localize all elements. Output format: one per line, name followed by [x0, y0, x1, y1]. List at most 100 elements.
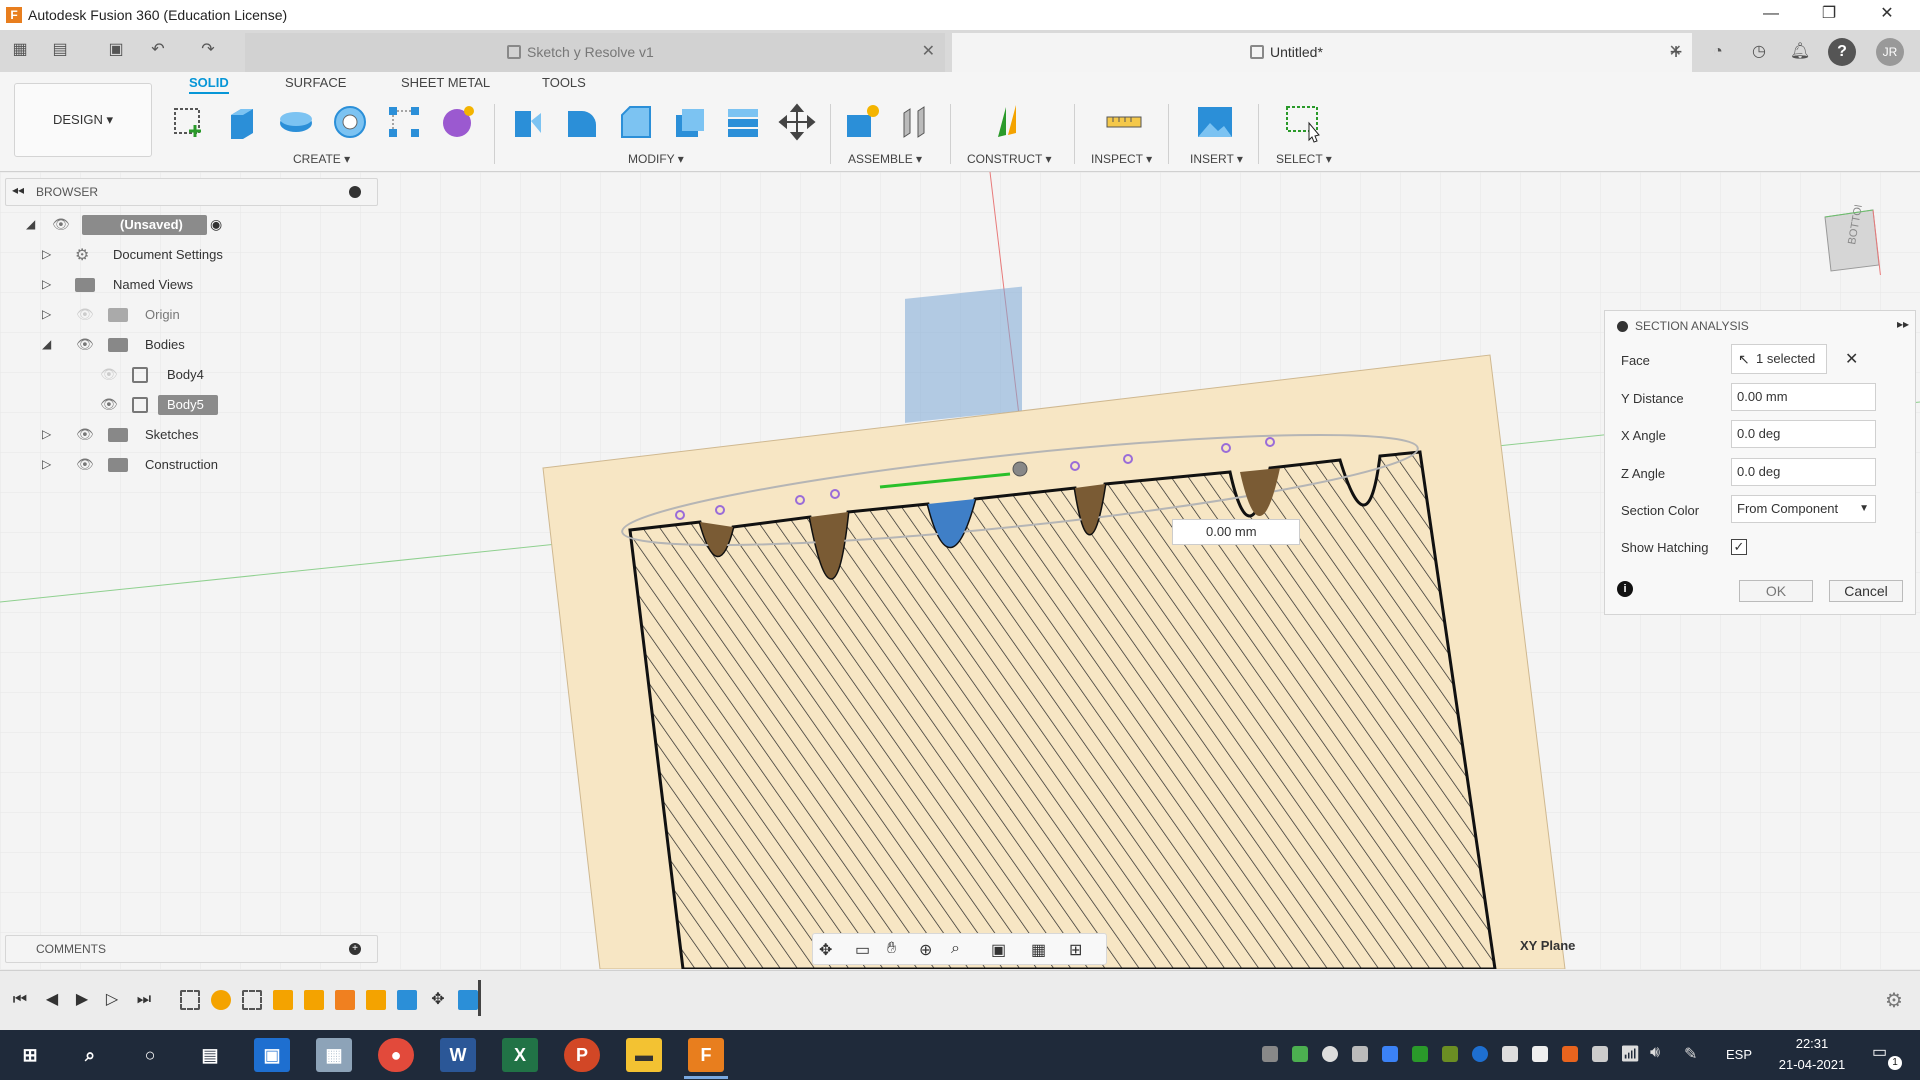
language-indicator[interactable]: ESP	[1726, 1047, 1752, 1062]
expand-icon[interactable]: ◢	[26, 217, 35, 231]
tab-untitled[interactable]: Untitled* ✕	[952, 33, 1692, 72]
expand-icon[interactable]: ▷	[42, 427, 51, 441]
tray-icon[interactable]	[1262, 1046, 1278, 1062]
visibility-eye-icon[interactable]: 👁︎	[76, 456, 94, 473]
orbit-icon[interactable]: ✥	[819, 940, 832, 960]
timeline-sketch-icon[interactable]	[242, 990, 262, 1010]
press-pull-icon[interactable]	[505, 101, 547, 143]
timeline-feature-icon[interactable]	[273, 990, 293, 1010]
info-icon[interactable]: i	[1617, 581, 1633, 597]
powerpoint-icon[interactable]: P	[564, 1038, 600, 1072]
hidden-eye-icon[interactable]: 👁︎	[76, 306, 94, 323]
tree-item-sketches[interactable]: ▷ 👁︎ Sketches	[20, 423, 240, 449]
timeline-feature-icon[interactable]	[304, 990, 324, 1010]
offset-plane-icon[interactable]	[990, 101, 1032, 143]
timeline-feature-icon[interactable]	[366, 990, 386, 1010]
pan-icon[interactable]: ✋︎	[887, 940, 896, 958]
zoom-icon[interactable]: ⊕	[919, 940, 932, 960]
tab-sheet-metal[interactable]: SHEET METAL	[401, 75, 490, 90]
revolve-icon[interactable]	[275, 101, 317, 143]
word-icon[interactable]: W	[440, 1038, 476, 1072]
shell-icon[interactable]	[668, 101, 710, 143]
ok-button[interactable]: OK	[1739, 580, 1813, 602]
comments-panel[interactable]: COMMENTS +	[5, 935, 378, 963]
tree-item-construction[interactable]: ▷ 👁︎ Construction	[20, 453, 240, 479]
x-angle-input[interactable]: 0.0 deg	[1731, 420, 1876, 448]
activate-radio-icon[interactable]: ◉	[210, 216, 222, 233]
expand-dialog-icon[interactable]: ▸▸	[1897, 317, 1909, 331]
app-icon[interactable]: ▦	[316, 1038, 352, 1072]
bluetooth-icon[interactable]	[1472, 1046, 1488, 1062]
timeline-marker[interactable]	[478, 980, 481, 1016]
expand-icon[interactable]: ▷	[42, 277, 51, 291]
create-sketch-icon[interactable]	[167, 101, 209, 143]
cancel-button[interactable]: Cancel	[1829, 580, 1903, 602]
go-to-start-icon[interactable]: ⏮	[10, 990, 30, 1010]
windows-start-icon[interactable]: ⊞	[12, 1038, 48, 1072]
tree-item-root[interactable]: ◢ 👁︎ (Unsaved) ◉	[20, 213, 240, 239]
tree-item-body4[interactable]: 👁︎ Body4	[20, 363, 240, 389]
maximize-button[interactable]: ❐	[1806, 0, 1852, 30]
tree-item-origin[interactable]: ▷ 👁︎ Origin	[20, 303, 240, 329]
close-window-button[interactable]: ✕	[1864, 0, 1910, 30]
outlook-icon[interactable]: ▣	[254, 1038, 290, 1072]
tray-icon[interactable]	[1532, 1046, 1548, 1062]
new-tab-icon[interactable]: +	[1662, 38, 1690, 66]
insert-image-icon[interactable]	[1194, 101, 1236, 143]
undo-icon[interactable]: ↶	[146, 38, 170, 62]
tab-solid[interactable]: SOLID	[189, 75, 229, 94]
user-avatar[interactable]: JR	[1876, 38, 1904, 66]
pattern-icon[interactable]	[383, 101, 425, 143]
task-view-icon[interactable]: ▤	[192, 1038, 228, 1072]
collapse-dialog-icon[interactable]	[1617, 321, 1628, 332]
wifi-icon[interactable]: 📶︎	[1620, 1044, 1640, 1064]
fit-icon[interactable]: ⌕	[951, 940, 960, 958]
create-menu[interactable]: CREATE ▾	[293, 152, 350, 166]
form-icon[interactable]	[437, 101, 479, 143]
inspect-menu[interactable]: INSPECT ▾	[1091, 152, 1152, 166]
workspace-switcher-button[interactable]: DESIGN ▾	[14, 83, 152, 157]
visibility-eye-icon[interactable]: 👁︎	[76, 336, 94, 353]
new-component-icon[interactable]	[841, 101, 883, 143]
timeline-feature-icon[interactable]	[335, 990, 355, 1010]
select-menu[interactable]: SELECT ▾	[1276, 152, 1332, 166]
redo-icon[interactable]: ↷	[196, 38, 220, 62]
insert-menu[interactable]: INSERT ▾	[1190, 152, 1243, 166]
file-explorer-icon[interactable]: ▬	[626, 1038, 662, 1072]
play-icon[interactable]: ▶	[72, 990, 92, 1010]
job-status-icon[interactable]: ◔	[1704, 38, 1732, 66]
hidden-eye-icon[interactable]: 👁︎	[100, 366, 118, 383]
clock-date[interactable]: 21-04-2021	[1768, 1057, 1856, 1072]
extrude-icon[interactable]	[221, 101, 263, 143]
visibility-eye-icon[interactable]: 👁︎	[76, 426, 94, 443]
expand-icon[interactable]: ▷	[42, 307, 51, 321]
timeline-move-icon[interactable]: ✥	[428, 990, 448, 1010]
hole-icon[interactable]	[329, 101, 371, 143]
chrome-icon[interactable]: ●	[378, 1038, 414, 1072]
tree-item-body5[interactable]: 👁︎ Body5	[20, 393, 240, 419]
timeline-combine-icon[interactable]	[458, 990, 478, 1010]
timeline-sketch-icon[interactable]	[180, 990, 200, 1010]
save-icon[interactable]: ▣	[104, 38, 128, 62]
minimize-panel-icon[interactable]	[349, 186, 361, 198]
cortana-icon[interactable]: ○	[132, 1038, 168, 1072]
z-angle-input[interactable]: 0.0 deg	[1731, 458, 1876, 486]
visibility-eye-icon[interactable]: 👁︎	[100, 396, 118, 413]
step-forward-icon[interactable]: ▷	[102, 990, 122, 1010]
grid-settings-icon[interactable]: ▦	[1031, 940, 1046, 960]
measure-icon[interactable]	[1103, 101, 1145, 143]
y-distance-input[interactable]: 0.00 mm	[1731, 383, 1876, 411]
tray-icon[interactable]	[1562, 1046, 1578, 1062]
look-at-icon[interactable]: ▭	[855, 940, 870, 960]
timeline-feature-icon[interactable]	[397, 990, 417, 1010]
tray-icon[interactable]	[1442, 1046, 1458, 1062]
close-tab-icon[interactable]: ✕	[922, 33, 935, 71]
timeline-settings-gear-icon[interactable]: ⚙	[1885, 988, 1903, 1013]
tree-item-named-views[interactable]: ▷ Named Views	[20, 273, 240, 299]
face-selector[interactable]: ↖ 1 selected	[1731, 344, 1827, 374]
search-icon[interactable]: ⌕	[72, 1038, 108, 1072]
tree-item-document-settings[interactable]: ▷ ⚙ Document Settings	[20, 243, 240, 269]
add-comment-icon[interactable]: +	[349, 943, 361, 955]
notification-bell-icon[interactable]: 🔔︎	[1786, 38, 1814, 66]
visibility-eye-icon[interactable]: 👁︎	[52, 216, 70, 233]
